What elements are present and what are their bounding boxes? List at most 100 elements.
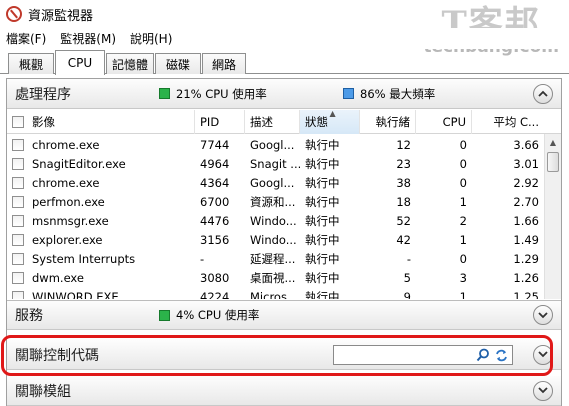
cell-average-cpu: 1.66 <box>513 213 539 228</box>
processes-table: 影像 PID 描述 ▲ 狀態 執行緒 CPU 平均 C... chrome.ex… <box>7 110 561 299</box>
cell-pid: 4964 <box>200 156 230 171</box>
tab-strip: 概觀 CPU 記憶體 磁碟 網路 <box>0 50 569 75</box>
cell-cpu: 2 <box>459 213 467 228</box>
row-checkbox[interactable] <box>12 252 24 265</box>
cell-image: WINWORD.EXE <box>7 287 195 299</box>
table-row[interactable]: WINWORD.EXE 4224 Micros... 執行中 9 1 1.25 <box>7 287 539 300</box>
cell-image: chrome.exe <box>7 173 195 192</box>
processes-collapse-button[interactable] <box>533 83 553 104</box>
row-checkbox[interactable] <box>12 138 24 151</box>
column-header-status[interactable]: ▲ 狀態 <box>300 110 360 134</box>
cell-threads: - <box>406 251 411 266</box>
processes-scrollbar[interactable]: ▲ <box>544 134 561 299</box>
cell-cpu: 1 <box>459 194 467 209</box>
column-header-average-cpu[interactable]: 平均 C... <box>472 110 544 134</box>
cell-cpu: 1 <box>459 232 467 247</box>
cell-image: System Interrupts <box>7 249 195 268</box>
processes-header[interactable]: 處理程序 21% CPU 使用率 86% 最大頻率 <box>7 79 561 109</box>
cell-description: 資源和... <box>250 194 296 209</box>
cpu-usage-label: 21% CPU 使用率 <box>176 86 267 101</box>
cell-threads: 12 <box>396 137 411 152</box>
cell-description: Windo... <box>250 232 297 247</box>
column-header-pid[interactable]: PID <box>195 110 245 134</box>
row-checkbox[interactable] <box>12 157 24 170</box>
select-all-checkbox[interactable] <box>12 116 24 128</box>
row-checkbox[interactable] <box>12 233 24 246</box>
process-name: perfmon.exe <box>32 194 105 209</box>
cell-threads: 42 <box>396 232 411 247</box>
cell-threads: 18 <box>396 194 411 209</box>
services-header[interactable]: 服務 4% CPU 使用率 <box>7 300 561 330</box>
cell-status: 執行中 <box>305 194 340 209</box>
menu-file[interactable]: 檔案(F) <box>6 30 46 47</box>
menu-monitor[interactable]: 監視器(M) <box>60 30 116 47</box>
cell-pid: 4476 <box>200 213 230 228</box>
cpu-usage-indicator <box>159 88 170 99</box>
row-checkbox[interactable] <box>12 271 24 284</box>
modules-expand-button[interactable] <box>533 380 553 401</box>
column-header-threads[interactable]: 執行緒 <box>360 110 416 134</box>
scroll-up-arrow[interactable]: ▲ <box>545 134 561 150</box>
column-label-threads: 執行緒 <box>375 115 411 129</box>
table-row[interactable]: System Interrupts - 延遲程... 執行中 - 0 1.29 <box>7 249 539 268</box>
cell-cpu: 0 <box>459 156 467 171</box>
row-checkbox[interactable] <box>12 176 24 189</box>
column-header-cpu[interactable]: CPU <box>416 110 472 134</box>
cell-status: 執行中 <box>305 270 340 285</box>
cell-average-cpu: 2.92 <box>513 175 539 190</box>
process-name: chrome.exe <box>32 175 100 190</box>
tab-overview[interactable]: 概觀 <box>8 53 54 74</box>
process-name: chrome.exe <box>32 137 100 152</box>
processes-title: 處理程序 <box>15 86 71 103</box>
cell-image: msnmsgr.exe <box>7 211 195 230</box>
cell-average-cpu: 1.29 <box>513 251 539 266</box>
table-row[interactable]: dwm.exe 3080 桌面視... 執行中 5 3 1.26 <box>7 268 539 287</box>
services-title: 服務 <box>15 308 43 324</box>
cell-threads: 38 <box>396 175 411 190</box>
tab-disk[interactable]: 磁碟 <box>155 53 201 74</box>
table-row[interactable]: chrome.exe 7744 Googl... 執行中 12 0 3.66 <box>7 135 539 154</box>
cell-status: 執行中 <box>305 137 340 152</box>
cell-average-cpu: 1.26 <box>513 270 539 285</box>
menu-help[interactable]: 說明(H) <box>130 30 172 47</box>
cell-pid: 4224 <box>200 289 230 300</box>
process-name: WINWORD.EXE <box>32 289 119 300</box>
cell-pid: 3156 <box>200 232 230 247</box>
cell-threads: 5 <box>403 270 411 285</box>
tab-memory[interactable]: 記憶體 <box>106 53 154 74</box>
column-label-status: 狀態 <box>305 115 328 129</box>
cell-description: Googl... <box>250 175 295 190</box>
cell-cpu: 0 <box>459 137 467 152</box>
cell-pid: 3080 <box>200 270 230 285</box>
table-row[interactable]: chrome.exe 4364 Googl... 執行中 38 0 2.92 <box>7 173 539 192</box>
table-row[interactable]: msnmsgr.exe 4476 Windo... 執行中 52 2 1.66 <box>7 211 539 230</box>
services-expand-button[interactable] <box>533 305 553 325</box>
processes-max-frequency: 86% 最大頻率 <box>343 86 435 102</box>
scroll-thumb[interactable] <box>547 152 559 172</box>
tab-cpu[interactable]: CPU <box>55 50 105 75</box>
cell-description: Windo... <box>250 213 297 228</box>
cell-image: SnagitEditor.exe <box>7 154 195 173</box>
chevron-up-icon <box>538 90 548 97</box>
table-row[interactable]: perfmon.exe 6700 資源和... 執行中 18 1 2.70 <box>7 192 539 211</box>
resource-monitor-icon <box>6 6 22 22</box>
row-checkbox[interactable] <box>12 214 24 227</box>
processes-cpu-usage: 21% CPU 使用率 <box>159 86 267 102</box>
row-checkbox[interactable] <box>12 290 24 299</box>
column-header-image[interactable]: 影像 <box>7 110 195 134</box>
window-title: 資源監視器 <box>28 8 94 24</box>
table-row[interactable]: SnagitEditor.exe 4964 Snagit ... 執行中 23 0 3.01 <box>7 154 539 173</box>
cell-average-cpu: 3.66 <box>513 137 539 152</box>
table-row[interactable]: explorer.exe 3156 Windo... 執行中 42 1 1.49 <box>7 230 539 249</box>
chevron-down-icon <box>538 387 548 394</box>
column-label-average-cpu: 平均 C... <box>493 115 539 129</box>
cell-cpu: 0 <box>459 175 467 190</box>
column-header-description[interactable]: 描述 <box>245 110 300 134</box>
row-checkbox[interactable] <box>12 195 24 208</box>
cell-average-cpu: 1.49 <box>513 232 539 247</box>
column-label-pid: PID <box>200 115 220 129</box>
modules-header[interactable]: 關聯模組 <box>7 376 561 406</box>
cell-description: 延遲程... <box>250 251 296 266</box>
chevron-down-icon <box>538 311 548 318</box>
tab-network[interactable]: 網路 <box>202 53 246 74</box>
